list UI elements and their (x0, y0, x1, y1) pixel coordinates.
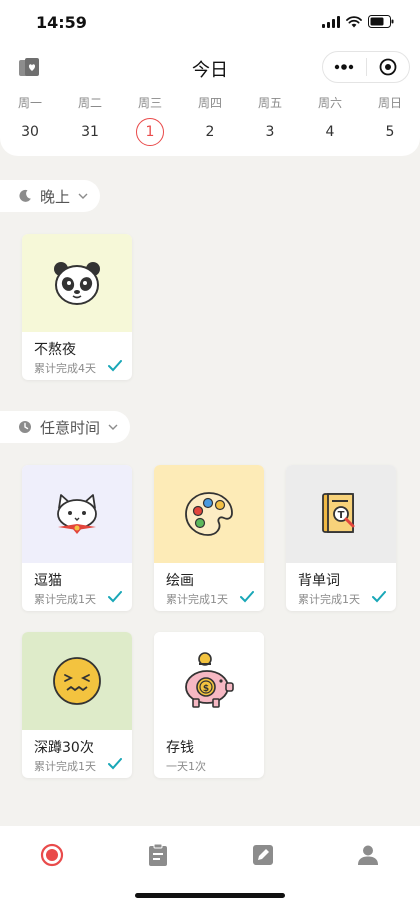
nav-profile[interactable] (353, 840, 383, 870)
day-date: 2 (205, 124, 215, 140)
status-bar: 14:59 (0, 0, 420, 44)
more-icon (335, 64, 354, 70)
nav-today[interactable] (37, 840, 67, 870)
day-0[interactable]: 周一 30 (0, 94, 60, 146)
status-icons (322, 15, 394, 28)
check-icon[interactable] (108, 591, 122, 603)
cat-icon (57, 494, 97, 534)
week-strip: 周一 30 周二 31 周三 1 周四 2 周五 3 周六 4 周日 5 (0, 94, 420, 146)
today-icon (40, 843, 64, 867)
habit-progress: 累计完成1天 (34, 593, 96, 606)
battery-icon (368, 15, 394, 28)
day-date: 4 (325, 124, 335, 140)
day-label: 周日 (377, 96, 402, 110)
home-indicator (135, 893, 285, 898)
habit-card[interactable]: 不熬夜 累计完成4天 (22, 234, 132, 380)
day-label: 周五 (257, 96, 282, 110)
habit-thumb (154, 465, 264, 563)
check-icon[interactable] (240, 591, 254, 603)
habit-card[interactable]: 深蹲30次 累计完成1天 (22, 632, 132, 778)
day-label: 周六 (317, 96, 342, 110)
svg-text:$: $ (203, 684, 209, 694)
check-icon[interactable] (108, 758, 122, 770)
clipboard-icon (149, 843, 167, 866)
day-date: 3 (265, 124, 275, 140)
day-date-selected: 1 (136, 118, 164, 146)
habit-progress: 累计完成1天 (34, 760, 96, 773)
habit-progress: 累计完成4天 (34, 362, 96, 375)
day-6[interactable]: 周日 5 (360, 94, 420, 146)
day-label: 周一 (17, 96, 42, 110)
day-date: 31 (81, 124, 99, 140)
habit-thumb: $ (154, 632, 264, 730)
section-anytime[interactable]: 任意时间 (0, 411, 131, 443)
section-label: 晚上 (40, 187, 71, 206)
clock-icon (19, 421, 31, 433)
day-3[interactable]: 周四 2 (180, 94, 240, 146)
target-icon (379, 58, 397, 76)
miniprogram-capsule (322, 51, 410, 83)
habit-thumb (22, 632, 132, 730)
day-date: 30 (21, 124, 39, 140)
habit-name: 背单词 (298, 573, 340, 589)
habit-progress: 累计完成1天 (298, 593, 360, 606)
habit-thumb: T (286, 465, 396, 563)
moon-icon (19, 189, 31, 202)
signal-icon (322, 15, 340, 28)
edit-icon (253, 845, 273, 865)
habit-card[interactable]: 逗猫 累计完成1天 (22, 465, 132, 611)
status-time: 14:59 (36, 13, 87, 32)
habit-name: 深蹲30次 (34, 740, 94, 756)
day-4[interactable]: 周五 3 (240, 94, 300, 146)
section-label: 任意时间 (40, 418, 101, 437)
chevron-down-icon (108, 424, 118, 430)
habit-progress: 累计完成1天 (166, 593, 228, 606)
day-5[interactable]: 周六 4 (300, 94, 360, 146)
habit-progress: 一天1次 (166, 760, 206, 773)
habit-card[interactable]: T 背单词 累计完成1天 (286, 465, 396, 611)
chevron-down-icon (78, 193, 88, 199)
day-2[interactable]: 周三 1 (120, 94, 180, 146)
palette-icon (185, 492, 233, 536)
habit-name: 不熬夜 (34, 342, 76, 358)
habit-name: 逗猫 (34, 573, 62, 589)
habit-thumb (22, 465, 132, 563)
panda-icon (54, 262, 100, 305)
habit-name: 存钱 (166, 740, 194, 756)
cards-icon[interactable] (18, 57, 42, 83)
day-date: 5 (385, 124, 395, 140)
section-evening[interactable]: 晚上 (0, 180, 101, 212)
piggy-bank-icon: $ (185, 652, 234, 708)
habit-card[interactable]: $ 存钱 一天1次 (154, 632, 264, 778)
habit-card[interactable]: 绘画 累计完成1天 (154, 465, 264, 611)
profile-icon (358, 845, 378, 865)
day-label: 周四 (197, 96, 222, 110)
nav-edit[interactable] (248, 840, 278, 870)
day-label: 周二 (77, 96, 102, 110)
day-label: 周三 (137, 96, 162, 110)
check-icon[interactable] (108, 360, 122, 372)
habit-name: 绘画 (166, 573, 194, 589)
close-miniprogram-button[interactable] (367, 52, 410, 82)
habit-thumb (22, 234, 132, 332)
nav-tasks[interactable] (143, 840, 173, 870)
more-button[interactable] (323, 52, 366, 82)
svg-text:T: T (338, 510, 345, 521)
day-1[interactable]: 周二 31 (60, 94, 120, 146)
tired-face-icon (53, 657, 101, 705)
book-icon: T (322, 493, 355, 533)
check-icon[interactable] (372, 591, 386, 603)
wifi-icon (346, 15, 362, 27)
header: 今日 周一 30 周二 31 周三 1 周四 2 周五 3 周六 4 周日 5 (0, 44, 420, 156)
